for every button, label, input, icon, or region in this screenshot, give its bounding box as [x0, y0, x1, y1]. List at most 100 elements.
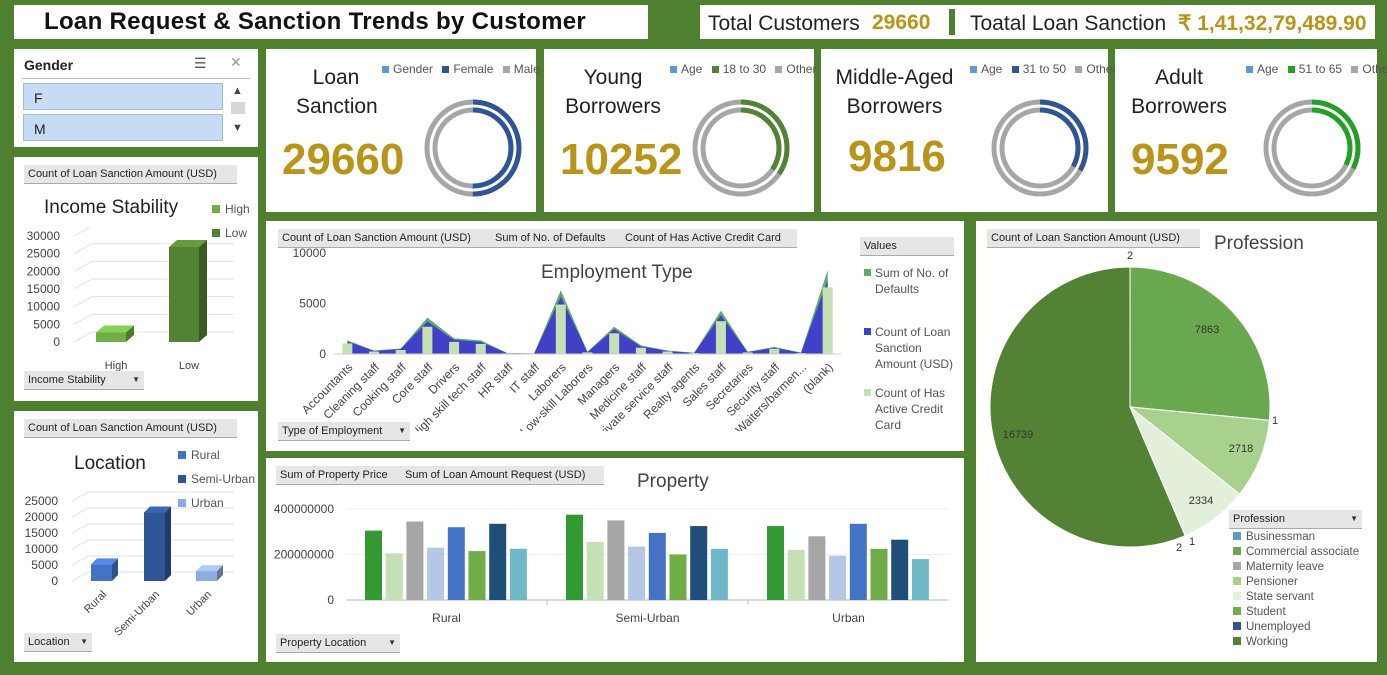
legend-swatch	[1075, 66, 1083, 73]
slicer-title: Gender	[24, 57, 74, 73]
bar-front	[169, 246, 199, 342]
property-filter-button[interactable]: Property Location	[276, 634, 400, 653]
legend-label: Count of Has Active Credit Card	[875, 386, 946, 432]
property-bar	[509, 548, 527, 600]
x-tick-label: Semi-Urban	[112, 589, 162, 639]
kpi-card-2: Middle-Aged Borrowers 9816 Age 31 to 50 …	[821, 49, 1116, 212]
property-bar	[891, 539, 909, 600]
scroll-down-icon[interactable]: ▼	[232, 122, 243, 134]
grid-line	[71, 555, 89, 566]
legend-label: Other	[1086, 62, 1117, 76]
grid-line	[73, 313, 93, 325]
card-title-line2: Borrowers	[846, 95, 943, 118]
income-field-tag[interactable]: Count of Loan Sanction Amount (USD)	[24, 165, 237, 184]
property-bar	[427, 547, 445, 600]
grid-line	[73, 331, 93, 343]
y-tick-label: 10000	[27, 300, 61, 314]
property-bar	[870, 548, 888, 600]
legend-swatch	[1233, 637, 1241, 645]
profession-filter-button[interactable]: Profession	[1229, 510, 1362, 529]
pie-data-label: 2	[1127, 250, 1133, 262]
card-value: 9816	[848, 132, 946, 181]
clear-filter-icon[interactable]: ✕	[230, 54, 242, 71]
location-field-tag[interactable]: Count of Loan Sanction Amount (USD)	[24, 419, 237, 438]
legend-swatch	[442, 66, 450, 73]
legend-swatch	[670, 66, 677, 73]
slicer-item-f[interactable]: F	[23, 83, 223, 110]
credit-card-bar	[635, 347, 646, 354]
location-chart-title: Location	[74, 453, 146, 474]
profession-pie-chart: 278631271823341216739	[989, 250, 1278, 554]
card-title-line2: Borrowers	[1131, 95, 1227, 118]
y-tick-label: 20000	[25, 510, 59, 524]
income-stability-panel: Count of Loan Sanction Amount (USD) Inco…	[14, 157, 258, 401]
card-legend: Age 31 to 50 Other	[964, 62, 1116, 76]
property-field-tag-1[interactable]: Sum of Property Price	[276, 466, 401, 485]
bar-front	[96, 332, 126, 342]
legend-swatch	[1233, 622, 1241, 630]
legend-label: Semi-Urban	[191, 472, 256, 486]
y-tick-label: 15000	[25, 526, 59, 540]
legend-label: High	[225, 202, 250, 216]
property-bar	[489, 523, 507, 600]
property-field-tag-2[interactable]: Sum of Loan Amount Request (USD)	[401, 466, 604, 485]
credit-card-bar	[822, 287, 833, 354]
card-title: Middle-Aged Borrowers	[827, 63, 962, 121]
property-bar	[468, 551, 486, 600]
profession-panel: Count of Loan Sanction Amount (USD) Prof…	[976, 221, 1377, 662]
pie-data-label: 16739	[1003, 429, 1034, 441]
pie-data-label: 2718	[1229, 443, 1253, 455]
income-bar	[96, 325, 134, 342]
property-bar	[690, 526, 708, 600]
profession-legend-item: Commercial associate	[1233, 546, 1359, 558]
employment-legend-title: Values	[860, 237, 954, 256]
y-tick-label: 30000	[27, 229, 61, 243]
location-filter-button[interactable]: Location	[24, 633, 92, 652]
income-filter-button[interactable]: Income Stability	[24, 371, 144, 390]
legend-swatch	[1246, 66, 1253, 73]
legend-label: Male	[513, 62, 540, 76]
grid-line	[71, 491, 89, 502]
employment-panel: Count of Loan Sanction Amount (USD) Sum …	[266, 221, 964, 451]
income-stability-chart: 300002500020000150001000050000High Low	[27, 227, 234, 372]
legend-swatch	[1233, 592, 1241, 600]
property-bar	[669, 554, 687, 600]
x-tick-label: Rural	[432, 611, 461, 625]
pie-slice	[1129, 266, 1271, 421]
legend-label: Age	[981, 62, 1003, 76]
credit-card-bar	[449, 341, 460, 354]
y-tick-label: 0	[51, 574, 58, 588]
legend-swatch	[864, 328, 871, 335]
y-tick-label: 0	[319, 347, 326, 361]
total-customers-value: 29660	[872, 11, 931, 34]
scroll-up-icon[interactable]: ▲	[232, 85, 243, 97]
credit-card-bar	[555, 304, 566, 354]
card-title-line1: Loan	[312, 66, 360, 89]
x-tick-label: Semi-Urban	[615, 611, 679, 625]
legend-label: Businessman	[1246, 531, 1316, 543]
grid-line	[71, 507, 89, 518]
card-title: Young Borrowers	[558, 63, 668, 121]
location-legend-semi-urban: Semi-Urban	[178, 472, 255, 486]
card-legend: Gender Female Male	[376, 62, 540, 76]
grid-line	[73, 243, 93, 255]
kpi-card-0: Loan Sanction 29660 Gender Female Male	[266, 49, 540, 212]
slicer-item-m[interactable]: M	[23, 114, 223, 141]
profession-legend-item: State servant	[1233, 591, 1314, 603]
slicer-divider	[22, 78, 250, 79]
card-value: 10252	[560, 135, 683, 184]
multi-select-icon[interactable]: ☰	[194, 55, 207, 72]
card-title-line2: Borrowers	[565, 95, 661, 118]
location-legend-rural: Rural	[178, 448, 220, 462]
profession-legend-item: Pensioner	[1233, 576, 1298, 588]
property-bar	[911, 559, 929, 600]
property-bar	[586, 541, 604, 600]
y-tick-label: 20000	[27, 264, 61, 278]
y-tick-label: 25000	[27, 247, 61, 261]
bar-side	[165, 506, 171, 581]
credit-card-bar	[422, 326, 433, 354]
property-bar	[406, 521, 424, 600]
y-tick-label: 5000	[299, 297, 326, 311]
employment-filter-button[interactable]: Type of Employment	[278, 422, 410, 441]
scrollbar-thumb[interactable]	[231, 102, 245, 114]
